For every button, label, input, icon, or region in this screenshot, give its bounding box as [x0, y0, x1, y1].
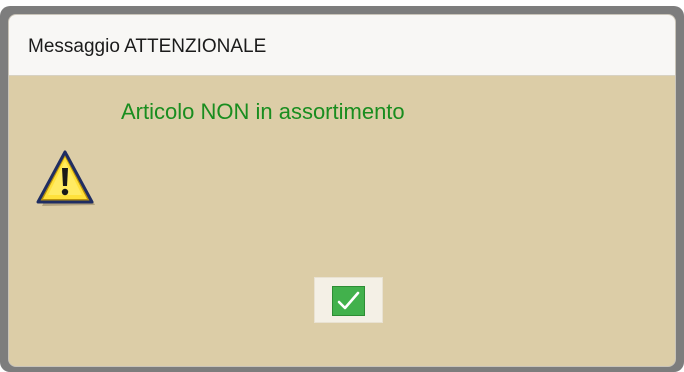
- dialog-title: Messaggio ATTENZIONALE: [28, 36, 267, 57]
- dialog-titlebar[interactable]: Messaggio ATTENZIONALE: [9, 15, 675, 76]
- ok-button[interactable]: [314, 277, 383, 323]
- dialog-body: Articolo NON in assortimento: [9, 76, 675, 366]
- dialog-message: Articolo NON in assortimento: [121, 99, 405, 124]
- message-dialog: Messaggio ATTENZIONALE Articolo NON in a…: [8, 14, 676, 367]
- warning-icon: [34, 149, 98, 211]
- check-icon: [332, 286, 365, 316]
